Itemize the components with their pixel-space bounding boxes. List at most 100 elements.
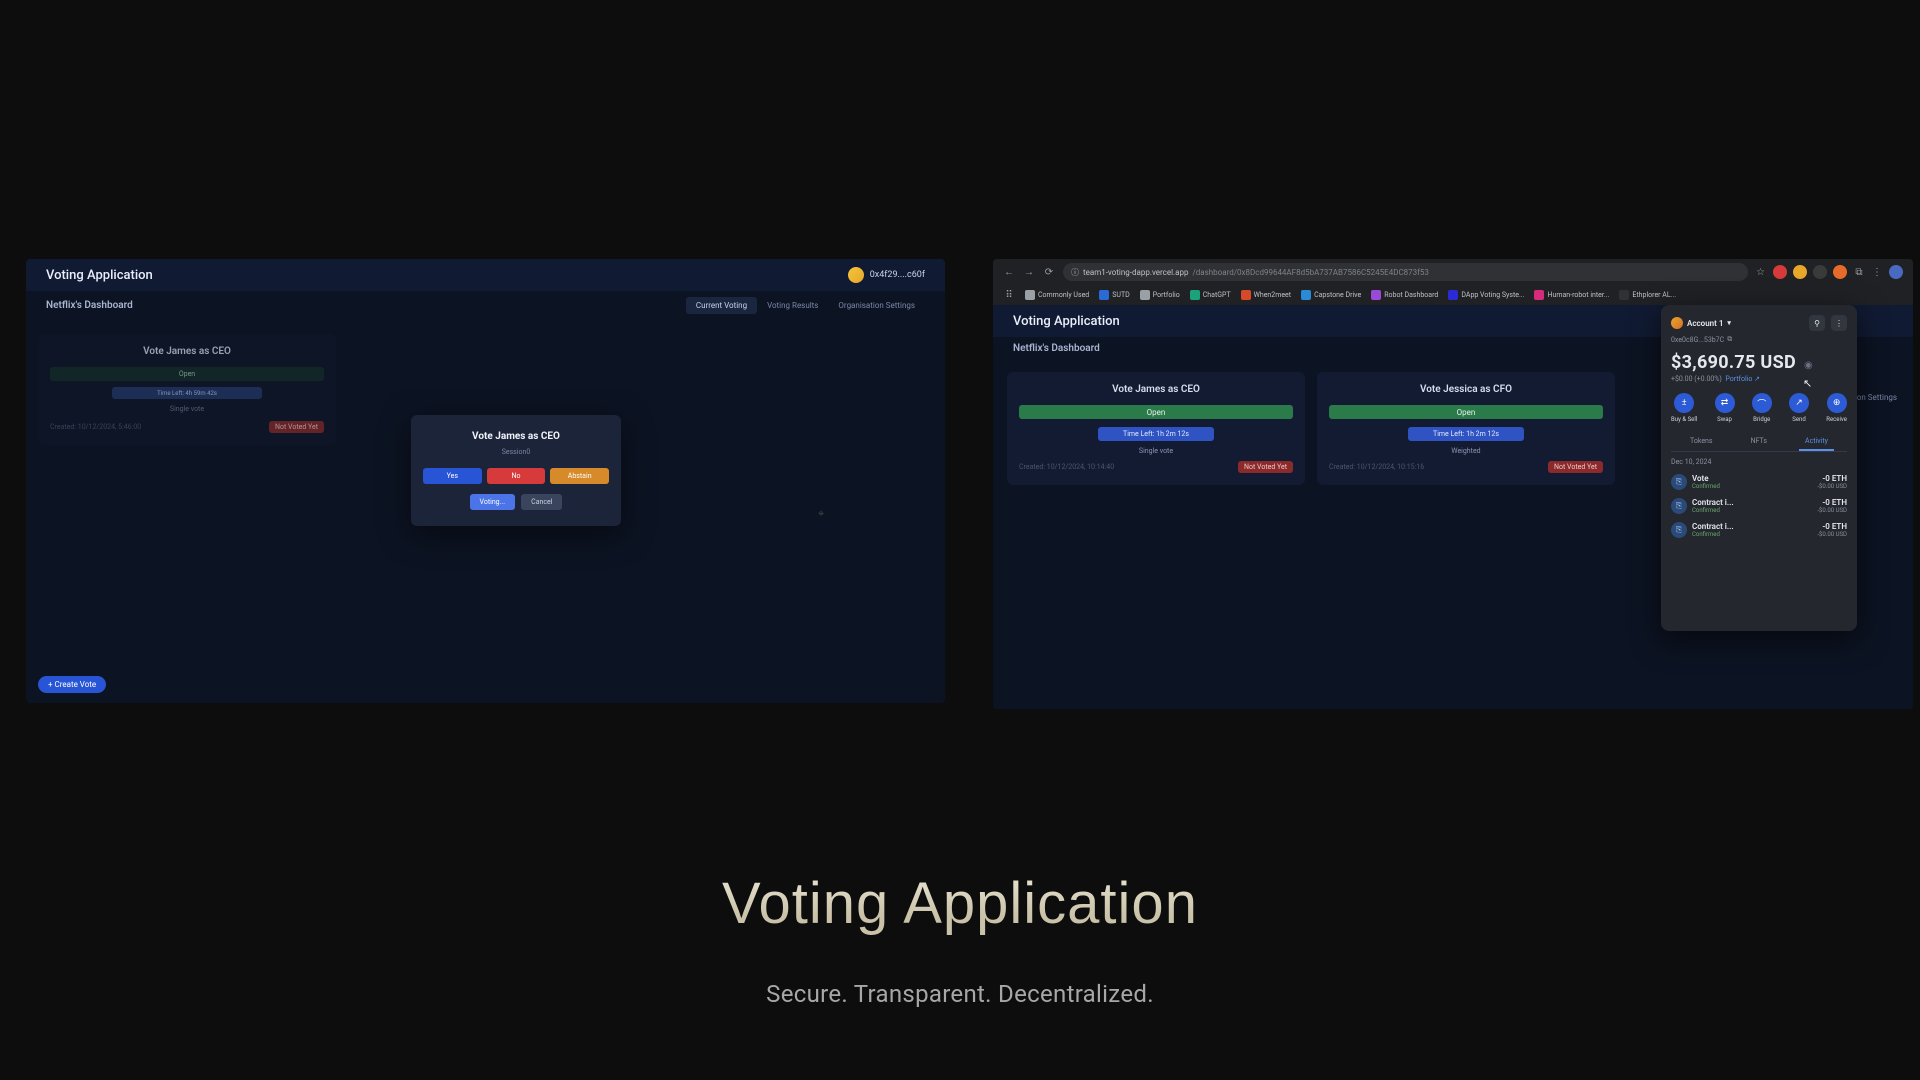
cancel-button[interactable]: Cancel — [521, 494, 562, 510]
tx-row[interactable]: ⎘ Vote Confirmed -0 ETH -$0.00 USD — [1671, 470, 1847, 494]
bookmark-item[interactable]: Commonly Used — [1025, 290, 1089, 300]
wallet-address-row[interactable]: 0xe0c8G...53b7C ⧉ — [1671, 335, 1847, 344]
dashboard-subheader: Netflix's Dashboard Current Voting Votin… — [26, 291, 945, 320]
balance-delta: +$0.00 (+0.00%) Portfolio ↗ — [1671, 375, 1847, 383]
profile-icon[interactable] — [1889, 265, 1903, 279]
eye-icon[interactable]: ◉ — [1804, 360, 1813, 371]
tx-name: Contract i... — [1692, 498, 1734, 507]
wallet-action-label: Swap — [1717, 416, 1732, 423]
wallet-popup-header: Account 1 ▾ ⚲ ⋮ — [1671, 315, 1847, 331]
extension-icon[interactable] — [1773, 265, 1787, 279]
balance-value: $3,690.75 USD — [1671, 352, 1796, 373]
bookmark-icon — [1025, 290, 1035, 300]
wallet-action[interactable]: ↗ Send — [1789, 393, 1809, 423]
bookmark-label: Robot Dashboard — [1384, 291, 1438, 299]
portfolio-link[interactable]: Portfolio — [1725, 375, 1752, 383]
bookmark-item[interactable]: Robot Dashboard — [1371, 290, 1438, 300]
bookmark-label: SUTD — [1112, 291, 1129, 299]
tab-org-settings-partial[interactable]: ion Settings — [1855, 393, 1897, 402]
modal-title: Vote James as CEO — [423, 431, 609, 442]
tx-status: Confirmed — [1692, 531, 1734, 538]
star-icon[interactable]: ☆ — [1756, 267, 1765, 278]
bookmark-item[interactable]: When2meet — [1241, 290, 1291, 300]
tx-row[interactable]: ⎘ Contract i... Confirmed -0 ETH -$0.00 … — [1671, 518, 1847, 542]
wallet-action[interactable]: ⇄ Swap — [1715, 393, 1735, 423]
extension-icon[interactable] — [1813, 265, 1827, 279]
copy-icon[interactable]: ⧉ — [1727, 335, 1732, 344]
tab-org-settings[interactable]: Organisation Settings — [828, 297, 925, 314]
vote-modal: Vote James as CEO Session0 Yes No Abstai… — [411, 415, 621, 526]
wallet-tab-activity[interactable]: Activity — [1799, 433, 1834, 451]
hero-subtitle: Secure. Transparent. Decentralized. — [766, 980, 1154, 1008]
tx-amount: -0 ETH — [1817, 474, 1847, 483]
created-label: Created: 10/12/2024, 10:14:40 — [1019, 463, 1114, 471]
bookmark-item[interactable]: Capstone Drive — [1301, 290, 1361, 300]
bookmarks-bar: ⠿ Commonly Used SUTD Portfolio ChatGPT When2… — [993, 285, 1913, 305]
forward-icon[interactable]: → — [1023, 266, 1035, 278]
url-host: team1-voting-dapp.vercel.app — [1083, 268, 1188, 277]
card-footer: Created: 10/12/2024, 10:14:40 Not Voted … — [1019, 461, 1293, 473]
wallet-tab-tokens[interactable]: Tokens — [1684, 433, 1719, 451]
connect-icon[interactable]: ⚲ — [1809, 315, 1825, 331]
bookmark-item[interactable]: Human-robot inter... — [1534, 290, 1609, 300]
bookmark-icon — [1534, 290, 1544, 300]
card-footer: Created: 10/12/2024, 5:46:00 Not Voted Y… — [50, 421, 324, 433]
wallet-action-icon: ↗ — [1789, 393, 1809, 413]
chevron-down-icon: ▾ — [1727, 319, 1731, 327]
wallet-action[interactable]: ⊕ Receive — [1826, 393, 1847, 423]
account-name: Account 1 — [1687, 319, 1723, 328]
wallet-address-short: 0xe0c8G...53b7C — [1671, 336, 1724, 344]
tx-row[interactable]: ⎘ Contract i... Confirmed -0 ETH -$0.00 … — [1671, 494, 1847, 518]
more-icon[interactable]: ⋮ — [1831, 315, 1847, 331]
vote-card[interactable]: Vote James as CEO Open Time Left: 4h 59m… — [38, 334, 336, 445]
wallet-address: 0x4f29....c60f — [870, 270, 925, 280]
bookmark-icon — [1371, 290, 1381, 300]
bookmark-icon — [1301, 290, 1311, 300]
metamask-icon[interactable] — [1833, 265, 1847, 279]
wallet-tab-nfts[interactable]: NFTs — [1745, 433, 1773, 451]
bookmark-icon — [1241, 290, 1251, 300]
screenshot-right: ← → ⟳ ⓘ team1-voting-dapp.vercel.app/das… — [993, 259, 1913, 709]
tx-date-header: Dec 10, 2024 — [1671, 458, 1847, 466]
bookmark-item[interactable]: ChatGPT — [1190, 290, 1231, 300]
extensions-icon[interactable]: ⧉ — [1853, 266, 1865, 278]
tab-voting-results[interactable]: Voting Results — [757, 297, 828, 314]
wallet-chip[interactable]: 0x4f29....c60f — [848, 267, 925, 283]
apps-icon[interactable]: ⠿ — [1003, 289, 1015, 301]
extension-icon[interactable] — [1793, 265, 1807, 279]
url-bar[interactable]: ⓘ team1-voting-dapp.vercel.app/dashboard… — [1063, 263, 1748, 281]
dashboard-title: Netflix's Dashboard — [46, 300, 133, 311]
vote-type-label: Weighted — [1329, 447, 1603, 455]
wallet-action-icon: ⊕ — [1827, 393, 1847, 413]
browser-toolbar: ← → ⟳ ⓘ team1-voting-dapp.vercel.app/das… — [993, 259, 1913, 285]
no-button[interactable]: No — [487, 468, 546, 484]
not-voted-badge: Not Voted Yet — [1238, 461, 1293, 473]
abstain-button[interactable]: Abstain — [550, 468, 609, 484]
vote-type-label: Single vote — [1019, 447, 1293, 455]
vote-card[interactable]: Vote Jessica as CFO Open Time Left: 1h 2… — [1317, 372, 1615, 485]
back-icon[interactable]: ← — [1003, 266, 1015, 278]
not-voted-badge: Not Voted Yet — [269, 421, 324, 433]
account-selector[interactable]: Account 1 ▾ — [1671, 317, 1731, 329]
bookmark-label: Portfolio — [1153, 291, 1180, 299]
reload-icon[interactable]: ⟳ — [1043, 266, 1055, 278]
app-header: Voting Application 0x4f29....c60f — [26, 259, 945, 291]
bookmark-item[interactable]: Ethplorer AL... — [1619, 290, 1676, 300]
created-label: Created: 10/12/2024, 10:15:16 — [1329, 463, 1424, 471]
bookmark-item[interactable]: SUTD — [1099, 290, 1129, 300]
create-vote-button[interactable]: + Create Vote — [38, 676, 106, 693]
site-info-icon[interactable]: ⓘ — [1071, 267, 1079, 278]
wallet-action[interactable]: ⌒ Bridge — [1752, 393, 1772, 423]
tab-current-voting[interactable]: Current Voting — [686, 297, 757, 314]
wallet-action[interactable]: ± Buy & Sell — [1671, 393, 1697, 423]
menu-icon[interactable]: ⋮ — [1871, 266, 1883, 278]
bookmark-item[interactable]: Portfolio — [1140, 290, 1180, 300]
vote-card[interactable]: Vote James as CEO Open Time Left: 1h 2m … — [1007, 372, 1305, 485]
status-badge: Open — [1019, 405, 1293, 419]
external-link-icon[interactable]: ↗ — [1754, 375, 1760, 383]
voting-button[interactable]: Voting... — [470, 494, 516, 510]
modal-action-row: Voting... Cancel — [423, 494, 609, 510]
yes-button[interactable]: Yes — [423, 468, 482, 484]
wallet-action-icon: ± — [1674, 393, 1694, 413]
bookmark-item[interactable]: DApp Voting Syste... — [1448, 290, 1524, 300]
